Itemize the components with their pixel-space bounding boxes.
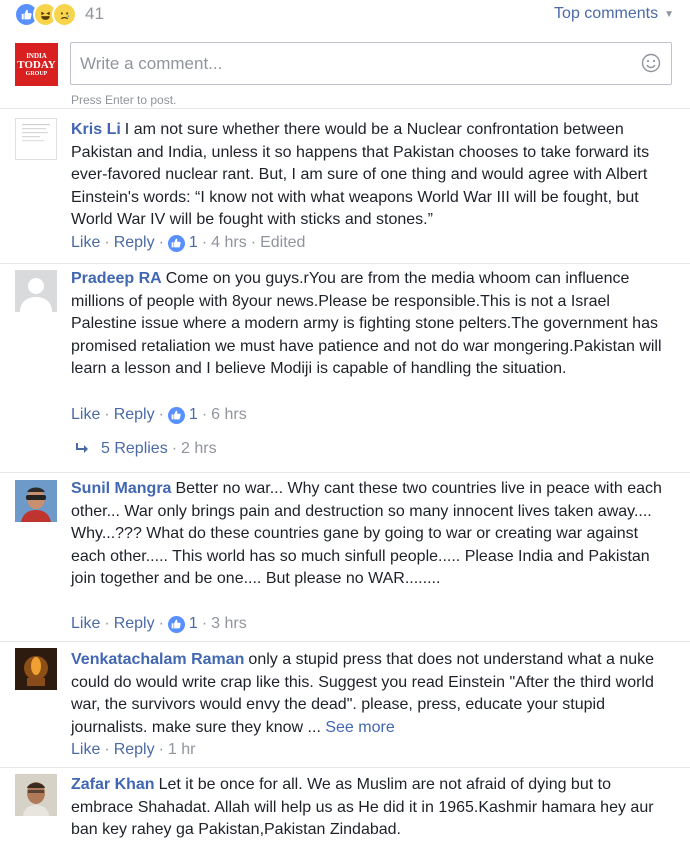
sad-icon [52,1,77,27]
separator: · [158,406,164,423]
timestamp[interactable]: 4 hrs [211,234,247,252]
avatar[interactable] [15,270,57,312]
avatar[interactable] [15,480,57,522]
avatar[interactable] [15,118,57,160]
comment-author[interactable]: Zafar Khan [71,776,155,793]
comment-input[interactable] [71,43,620,84]
logo-text-group: GROUP [25,70,48,77]
separator: · [158,615,164,632]
separator: · [104,615,110,632]
comment-body: Pradeep RA Come on you guys.rYou are from… [71,268,671,381]
separator: · [250,234,257,251]
view-replies[interactable]: 5 Replies · 2 hrs [75,440,217,458]
like-link[interactable]: Like [71,741,100,759]
timestamp[interactable]: 3 hrs [211,615,247,633]
reply-arrow-icon [76,443,88,453]
logo-text-today: TODAY [17,58,56,71]
comment-author[interactable]: Kris Li [71,121,121,138]
like-count[interactable]: 1 [189,234,198,252]
comment-author[interactable]: Venkatachalam Raman [71,651,244,668]
see-more-link[interactable]: See more [325,719,394,736]
reply-link[interactable]: Reply [114,615,155,633]
reply-link[interactable]: Reply [114,234,155,252]
reaction-count: 41 [85,4,104,23]
separator: · [201,615,208,632]
comment-author[interactable]: Pradeep RA [71,270,162,287]
emoji-icon[interactable] [641,53,661,78]
separator: · [171,440,178,457]
like-link[interactable]: Like [71,406,100,424]
avatar[interactable] [15,648,57,690]
like-count[interactable]: 1 [189,615,198,633]
replies-time: 2 hrs [181,440,217,457]
timestamp[interactable]: 6 hrs [211,406,247,424]
separator: · [201,234,208,251]
like-badge-icon [167,234,185,252]
reply-link[interactable]: Reply [114,741,155,759]
like-badge-icon [167,406,185,424]
like-count[interactable]: 1 [189,406,198,424]
avatar[interactable] [15,774,57,816]
divider [0,641,690,642]
like-link[interactable]: Like [71,615,100,633]
separator: · [158,234,164,251]
comment-body: Zafar Khan Let it be once for all. We as … [71,774,671,842]
comment-actions: Like · Reply · 1 · 6 hrs [71,406,247,424]
timestamp[interactable]: 1 hr [168,741,196,759]
comment-body: Sunil Mangra Better no war... Why cant th… [71,478,671,591]
page-avatar: INDIA TODAY GROUP [15,43,58,86]
comment-author[interactable]: Sunil Mangra [71,480,171,497]
comment-text: I am not sure whether there would be a N… [71,121,650,229]
comment-text: Let it be once for all. We as Muslim are… [71,776,654,839]
comment-composer[interactable] [70,42,672,85]
divider [0,108,690,109]
separator: · [158,741,164,758]
caret-down-icon: ▼ [664,8,674,20]
divider [0,263,690,264]
reactions-summary[interactable]: 41 [14,1,104,27]
like-link[interactable]: Like [71,234,100,252]
sort-dropdown[interactable]: Top comments ▼ [554,5,674,23]
edited-label: Edited [260,234,306,251]
sort-label: Top comments [554,5,659,22]
reply-link[interactable]: Reply [114,406,155,424]
comment-body: Kris Li I am not sure whether there would… [71,119,671,232]
comment-actions: Like · Reply · 1 hr [71,741,196,759]
comment-actions: Like · Reply · 1 · 4 hrs · Edited [71,234,305,252]
divider [0,472,690,473]
separator: · [104,234,110,251]
separator: · [104,741,110,758]
comment-actions: Like · Reply · 1 · 3 hrs [71,615,247,633]
post-hint: Press Enter to post. [71,93,177,107]
replies-count[interactable]: 5 Replies [101,440,168,458]
divider [0,767,690,768]
like-badge-icon [167,615,185,633]
comment-body: Venkatachalam Raman only a stupid press t… [71,649,671,739]
separator: · [104,406,110,423]
separator: · [201,406,208,423]
